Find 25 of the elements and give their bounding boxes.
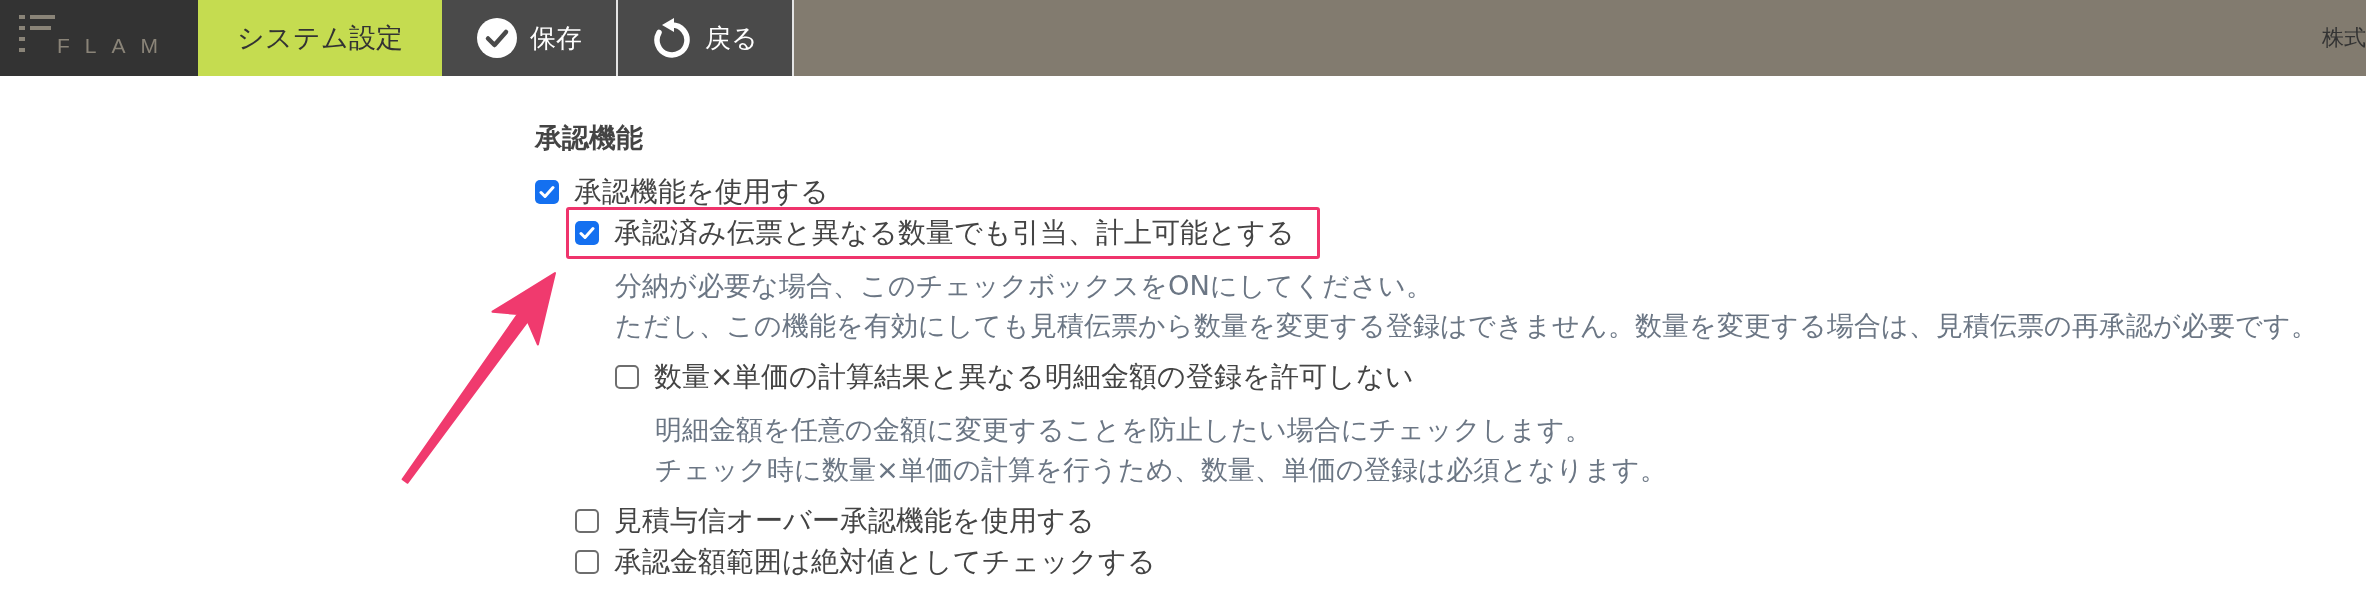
checkbox-label: 承認金額範囲は絶対値としてチェックする xyxy=(614,544,1156,580)
check-circle-icon xyxy=(476,18,517,58)
checkbox[interactable] xyxy=(575,549,599,574)
checkbox-label: 承認機能を使用する xyxy=(574,174,829,210)
help-text: 分納が必要な場合、このチェックボックスをONにしてください。 xyxy=(615,269,1433,303)
save-button[interactable]: 保存 xyxy=(442,0,618,76)
checkmark-icon xyxy=(539,184,555,199)
checkbox[interactable] xyxy=(575,508,599,533)
section-title: 承認機能 xyxy=(535,121,643,155)
help-text: チェック時に数量×単価の計算を行うため、数量、単価の登録は必須となります。 xyxy=(655,453,1667,487)
logo-text: FLAM xyxy=(57,37,173,54)
circular-arrow-icon xyxy=(652,18,692,58)
checkmark-icon xyxy=(579,225,595,240)
checkbox-label: 承認済み伝票と異なる数量でも引当、計上可能とする xyxy=(614,215,1295,251)
settings-tab[interactable]: システム設定 xyxy=(198,0,442,76)
logo-icon xyxy=(19,15,55,52)
help-text: ただし、この機能を有効にしても見積伝票から数量を変更する登録はできません。数量を変更する場合は、見積伝票の再承認が必要です。 xyxy=(615,309,2318,343)
checkbox-label: 見積与信オーバー承認機能を使用する xyxy=(614,503,1095,539)
checkbox-label: 数量×単価の計算結果と異なる明細金額の登録を許可しない xyxy=(654,359,1415,395)
back-button[interactable]: 戻る xyxy=(618,0,794,76)
checkbox[interactable] xyxy=(615,364,639,389)
checkbox[interactable] xyxy=(535,179,559,204)
company-name: 株式 xyxy=(2322,24,2366,52)
checkbox[interactable] xyxy=(575,220,599,245)
help-text: 明細金額を任意の金額に変更することを防止したい場合にチェックします。 xyxy=(655,413,1592,447)
